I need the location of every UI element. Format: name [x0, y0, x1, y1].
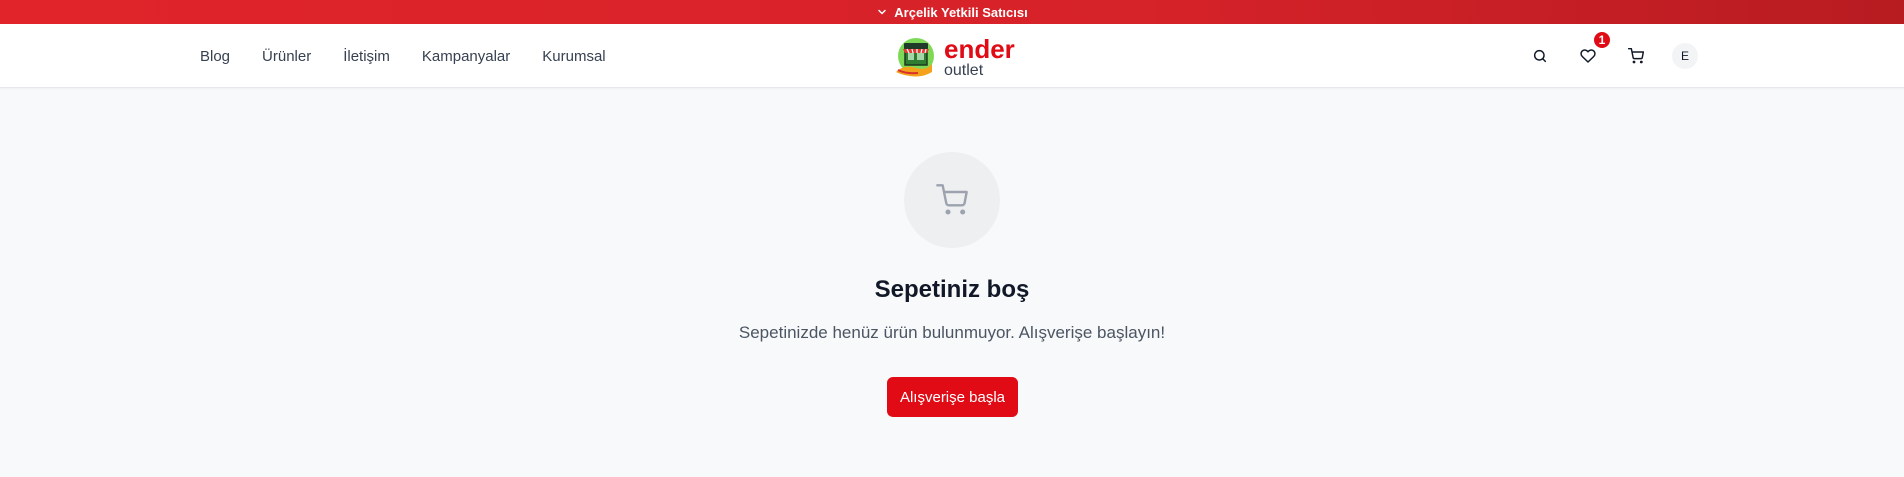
empty-cart-illustration [904, 152, 1000, 248]
search-icon [1533, 49, 1547, 63]
favorites-count-badge: 1 [1592, 30, 1612, 50]
heart-icon [1580, 49, 1596, 63]
cart-icon [936, 184, 968, 215]
empty-cart-title: Sepetiniz boş [874, 276, 1030, 303]
site-header: Blog Ürünler İletişim Kampanyalar Kurums… [0, 24, 1904, 88]
header-actions: 1 E [1528, 24, 1698, 88]
nav-item-campaigns[interactable]: Kampanyalar [422, 48, 510, 65]
main-nav: Blog Ürünler İletişim Kampanyalar Kurums… [200, 24, 606, 88]
empty-cart-message: Sepetinizde henüz ürün bulunmuyor. Alışv… [738, 323, 1166, 342]
site-logo[interactable]: ender outlet [892, 34, 1015, 80]
logo-brand-text: ender [944, 33, 1015, 64]
chevron-down-icon [878, 9, 887, 15]
announcement-text: Arçelik Yetkili Satıcısı [894, 4, 1028, 20]
start-shopping-button[interactable]: Alışverişe başla [887, 377, 1018, 417]
cart-button[interactable] [1624, 44, 1648, 68]
nav-item-corporate[interactable]: Kurumsal [542, 48, 605, 65]
nav-item-products[interactable]: Ürünler [262, 48, 311, 65]
user-avatar[interactable]: E [1672, 43, 1698, 69]
logo-sub-text: outlet [944, 61, 984, 79]
nav-item-contact[interactable]: İletişim [343, 48, 390, 65]
favorites-button[interactable]: 1 [1576, 30, 1612, 68]
cart-page: Sepetiniz boş Sepetinizde henüz ürün bul… [0, 88, 1904, 477]
search-button[interactable] [1528, 44, 1552, 68]
announcement-bar: Arçelik Yetkili Satıcısı [0, 0, 1904, 24]
nav-item-blog[interactable]: Blog [200, 48, 230, 65]
storefront-logo-icon [896, 38, 934, 77]
cart-icon [1628, 48, 1644, 64]
